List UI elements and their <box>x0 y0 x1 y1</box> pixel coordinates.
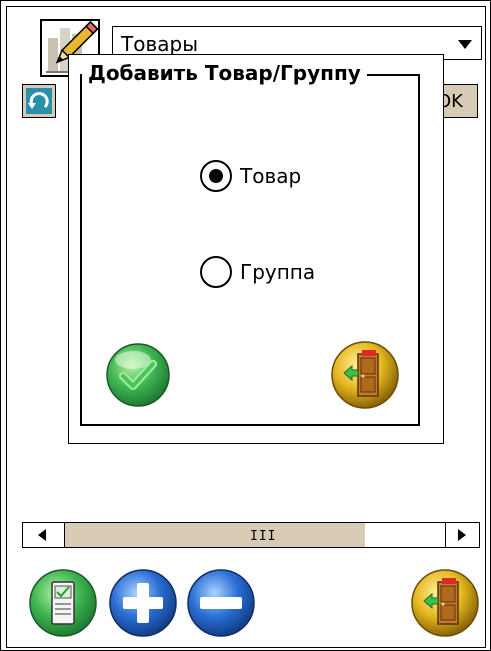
exit-button[interactable] <box>410 568 480 638</box>
document-icon <box>29 569 97 637</box>
plus-icon <box>109 569 177 637</box>
scroll-right-button[interactable] <box>445 523 479 547</box>
checkmark-icon <box>106 343 170 407</box>
document-button[interactable] <box>28 568 98 638</box>
scroll-left-button[interactable] <box>23 523 65 547</box>
scrollbar-track[interactable]: III <box>65 523 365 547</box>
dialog-title: Добавить Товар/Группу <box>82 60 367 86</box>
exit-door-icon <box>331 341 399 409</box>
confirm-button[interactable] <box>105 342 171 408</box>
dialog-exit-button[interactable] <box>330 340 400 410</box>
remove-button[interactable] <box>186 568 256 638</box>
radio-group-label[interactable]: Группа <box>240 260 315 284</box>
scrollbar-grip[interactable]: III <box>250 529 276 544</box>
add-button[interactable] <box>108 568 178 638</box>
radio-product-label[interactable]: Товар <box>240 164 301 188</box>
minus-icon <box>187 569 255 637</box>
arrow-right-icon <box>458 529 466 541</box>
radio-product[interactable] <box>200 160 232 192</box>
chevron-down-icon <box>458 40 472 49</box>
horizontal-scrollbar[interactable]: III <box>22 522 480 548</box>
radio-selected-dot <box>209 169 223 183</box>
refresh-button[interactable] <box>22 84 56 118</box>
radio-group[interactable] <box>200 256 232 288</box>
arrow-left-icon <box>38 529 46 541</box>
scrollbar-thumb-area[interactable] <box>365 523 445 547</box>
category-dropdown-value: Товары <box>121 32 198 56</box>
exit-door-icon <box>411 569 479 637</box>
refresh-icon <box>26 88 52 114</box>
